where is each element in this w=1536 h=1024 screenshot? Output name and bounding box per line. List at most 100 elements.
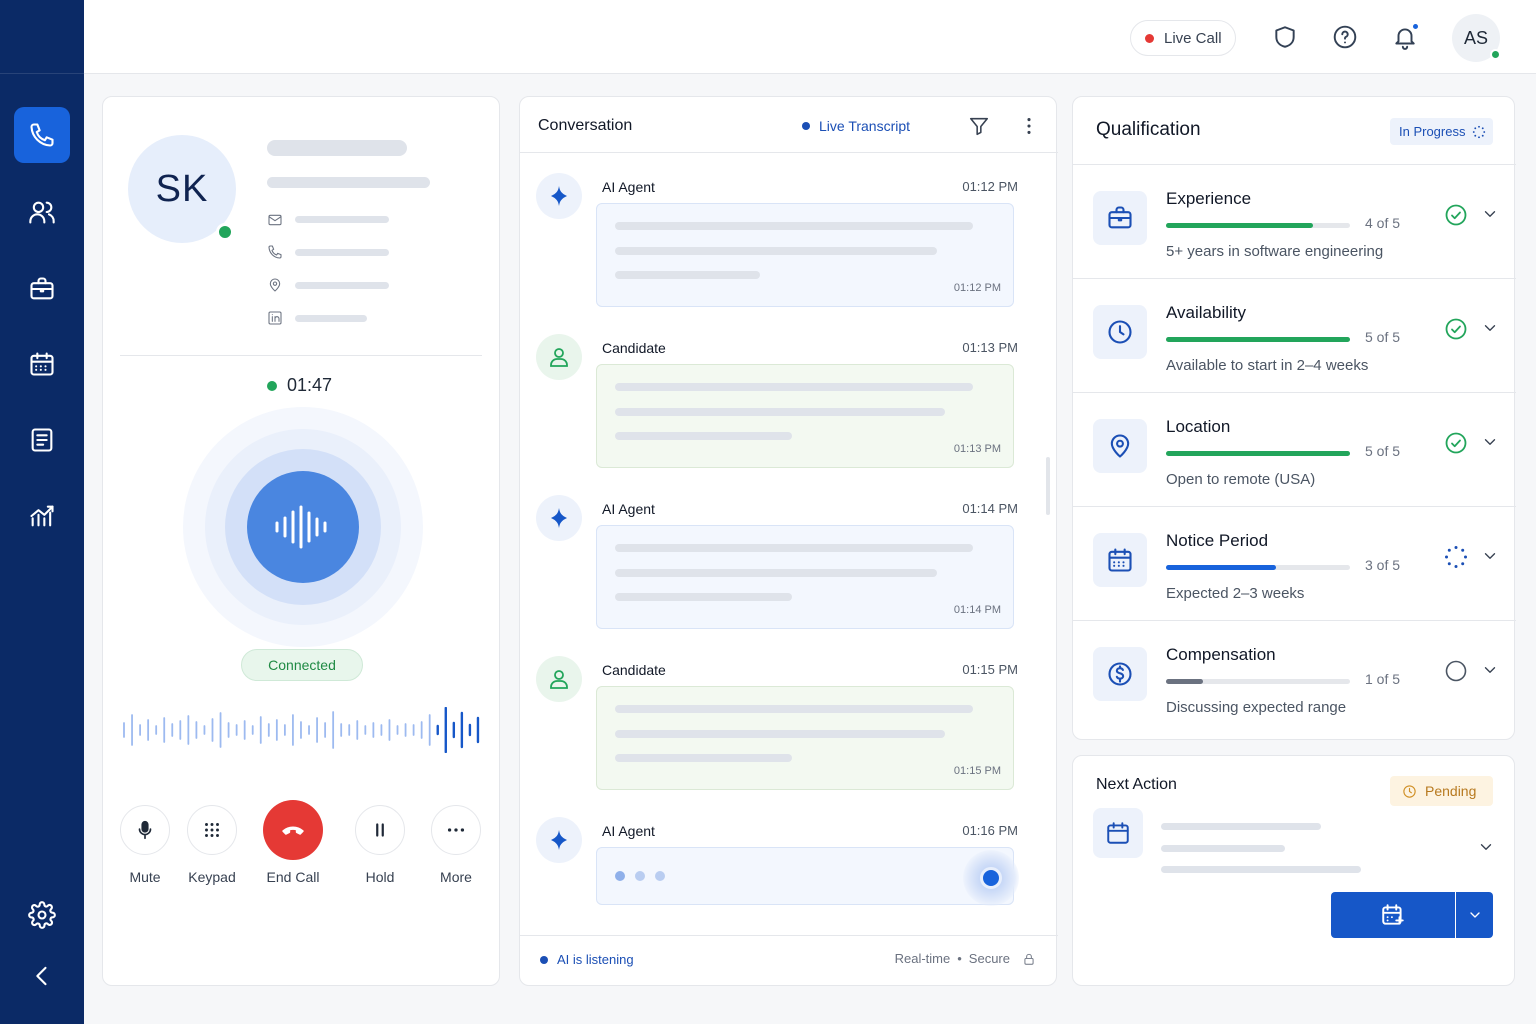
more-control[interactable]: More	[416, 805, 496, 885]
more-label: More	[440, 869, 472, 885]
call-timer: 01:47	[267, 375, 332, 396]
message-bubble: 01:15 PM	[596, 686, 1014, 790]
dollar-icon	[1108, 662, 1132, 686]
location-row	[267, 277, 285, 295]
qualification-item-notice-period[interactable]: Notice Period 3 of 5 Expected 2–3 weeks	[1073, 506, 1516, 620]
mic-icon	[138, 820, 152, 840]
hold-label: Hold	[365, 869, 395, 885]
calendar-icon	[1108, 548, 1132, 572]
ai-agent-avatar	[536, 173, 582, 219]
qualification-item-location[interactable]: Location 5 of 5 Open to remote (USA)	[1073, 392, 1516, 506]
sound-wave-icon	[275, 505, 327, 549]
ai-agent-avatar	[536, 495, 582, 541]
conversation-footer: AI is listening Real-time • Secure	[520, 935, 1058, 985]
schedule-button[interactable]	[1331, 892, 1455, 938]
message-time: 01:13 PM	[962, 340, 1018, 355]
keypad-label: Keypad	[188, 869, 236, 885]
message-time: 01:14 PM	[962, 501, 1018, 516]
pause-icon	[376, 823, 384, 837]
qualification-expand-button[interactable]	[1481, 547, 1499, 565]
linkedin-row	[267, 310, 285, 328]
qualification-score: 4 of 5	[1365, 215, 1401, 231]
sidebar-item-candidates[interactable]	[14, 184, 70, 240]
qualification-expand-button[interactable]	[1481, 661, 1499, 679]
hold-control[interactable]: Hold	[340, 805, 420, 885]
bubble-time: 01:14 PM	[953, 604, 1001, 616]
qualification-description: 5+ years in software engineering	[1166, 243, 1384, 260]
recording-indicator	[963, 850, 1019, 906]
keypad-control[interactable]: Keypad	[172, 805, 252, 885]
qualification-item-compensation[interactable]: Compensation 1 of 5 Discussing expected ra…	[1073, 620, 1516, 734]
filter-button[interactable]	[968, 115, 990, 137]
sidebar-item-jobs[interactable]	[14, 261, 70, 317]
call-status-badge: Connected	[241, 649, 363, 681]
secure-label: Secure	[968, 951, 1010, 966]
gear-icon	[28, 901, 56, 929]
message-item: AI Agent 01:12 PM 01:12 PM	[520, 173, 1058, 323]
separator-dot: •	[957, 951, 962, 966]
sidebar-item-schedule[interactable]	[14, 336, 70, 392]
listening-status: AI is listening	[540, 952, 634, 967]
qualification-title: Qualification	[1096, 119, 1201, 140]
mail-icon	[268, 214, 282, 226]
call-timer-value: 01:47	[287, 375, 333, 395]
next-action-status-label: Pending	[1425, 783, 1477, 799]
typing-indicator	[596, 847, 1019, 906]
help-icon	[1333, 25, 1357, 49]
chevron-down-icon	[1484, 211, 1496, 217]
notifications-button[interactable]	[1390, 22, 1420, 52]
more-button[interactable]	[431, 805, 481, 855]
qualification-progress-bar	[1166, 451, 1350, 456]
sidebar-collapse-button[interactable]	[14, 948, 70, 1004]
caller-title-placeholder	[267, 177, 430, 188]
live-transcript-toggle[interactable]: Live Transcript	[802, 118, 910, 134]
conversation-scrollbar[interactable]	[1046, 457, 1050, 515]
message-bubble: 01:12 PM	[596, 203, 1014, 307]
user-avatar[interactable]: AS	[1452, 14, 1501, 62]
qualification-expand-button[interactable]	[1481, 205, 1499, 223]
schedule-dropdown-button[interactable]	[1456, 892, 1493, 938]
ai-agent-avatar	[536, 817, 582, 863]
keypad-button[interactable]	[187, 805, 237, 855]
location-icon	[1110, 434, 1130, 458]
next-action-placeholder	[1161, 823, 1321, 830]
conversation-menu-button[interactable]	[1018, 115, 1040, 137]
qualification-item-availability[interactable]: Availability 5 of 5 Available to start in …	[1073, 278, 1516, 392]
sidebar-item-settings[interactable]	[14, 887, 70, 943]
qualification-progress-fill	[1166, 679, 1203, 684]
qualification-expand-button[interactable]	[1481, 433, 1499, 451]
next-action-icon-wrap	[1093, 808, 1143, 858]
qualification-expand-button[interactable]	[1481, 319, 1499, 337]
help-button[interactable]	[1330, 22, 1360, 52]
qualification-status-label: In Progress	[1399, 124, 1466, 139]
end-call-button[interactable]	[263, 800, 323, 860]
candidate-avatar	[536, 656, 582, 702]
live-indicator-dot	[1145, 33, 1154, 43]
qualification-progress-bar	[1166, 223, 1350, 228]
chevron-down-icon	[1484, 325, 1496, 331]
qualification-description: Available to start in 2–4 weeks	[1166, 357, 1369, 374]
sidebar-item-calls[interactable]	[14, 107, 70, 163]
chevron-down-icon	[1484, 439, 1496, 445]
qualification-progress-bar	[1166, 679, 1350, 684]
caller-name-placeholder	[267, 140, 407, 156]
sidebar-item-analytics[interactable]	[14, 488, 70, 544]
qualification-score: 1 of 5	[1365, 671, 1401, 687]
mute-label: Mute	[129, 869, 161, 885]
sidebar-item-documents[interactable]	[14, 412, 70, 468]
sparkle-icon	[551, 186, 567, 206]
end-call-control[interactable]: End Call	[253, 800, 333, 885]
qualification-icon-wrap	[1093, 647, 1147, 701]
qualification-item-experience[interactable]: Experience 4 of 5 5+ years in software eng…	[1073, 164, 1516, 278]
qualification-status	[1444, 431, 1468, 455]
security-button[interactable]	[1270, 22, 1300, 52]
shield-icon	[1275, 26, 1295, 48]
mute-button[interactable]	[120, 805, 170, 855]
chevron-left-icon	[36, 966, 47, 986]
hold-button[interactable]	[355, 805, 405, 855]
next-action-expand-button[interactable]	[1477, 838, 1495, 856]
qualification-status	[1444, 545, 1468, 569]
live-call-badge[interactable]: Live Call	[1130, 20, 1236, 56]
location-placeholder	[295, 282, 389, 289]
sidebar	[0, 0, 84, 1024]
